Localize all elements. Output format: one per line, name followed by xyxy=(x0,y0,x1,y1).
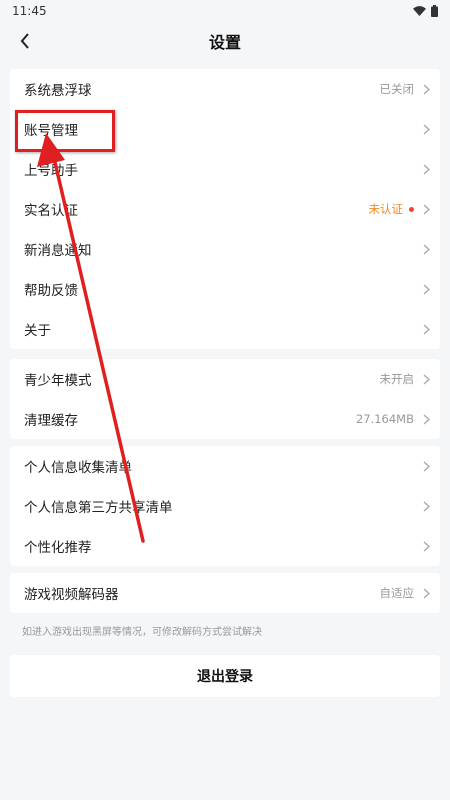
chevron-right-icon xyxy=(420,283,432,295)
row-about[interactable]: 关于 xyxy=(10,309,440,349)
decoder-hint: 如进入游戏出现黑屏等情况，可修改解码方式尝试解决 xyxy=(22,627,262,638)
page-title: 设置 xyxy=(208,33,241,52)
row-value: 未开启 xyxy=(379,372,415,386)
row-personal-info-collection[interactable]: 个人信息收集清单 xyxy=(10,446,440,486)
row-label: 清理缓存 xyxy=(24,413,78,429)
row-third-party-sharing[interactable]: 个人信息第三方共享清单 xyxy=(10,486,440,526)
settings-group-privacy: 个人信息收集清单 个人信息第三方共享清单 个性化推荐 xyxy=(10,446,440,566)
chevron-right-icon xyxy=(420,500,432,512)
chevron-left-icon xyxy=(20,33,29,49)
row-clear-cache[interactable]: 清理缓存 27.164MB xyxy=(10,399,440,439)
battery-icon xyxy=(431,5,438,17)
row-value: 自适应 xyxy=(379,586,415,600)
row-teen-mode[interactable]: 青少年模式 未开启 xyxy=(10,359,440,399)
row-floating-ball[interactable]: 系统悬浮球 已关闭 xyxy=(10,69,440,109)
verification-status: 未认证 xyxy=(368,202,404,216)
chevron-right-icon xyxy=(420,243,432,255)
row-label: 个人信息收集清单 xyxy=(24,460,132,476)
settings-group-decoder: 游戏视频解码器 自适应 xyxy=(10,573,440,613)
row-message-notifications[interactable]: 新消息通知 xyxy=(10,229,440,269)
status-icons xyxy=(413,5,438,17)
logout-button[interactable]: 退出登录 xyxy=(10,655,440,697)
row-value: 已关闭 xyxy=(379,82,415,96)
back-button[interactable] xyxy=(10,26,40,56)
status-bar: 11:45 xyxy=(0,0,450,22)
chevron-right-icon xyxy=(420,83,432,95)
annotation-highlight-box xyxy=(15,110,115,152)
row-label: 系统悬浮球 xyxy=(24,83,92,99)
chevron-right-icon xyxy=(420,540,432,552)
chevron-right-icon xyxy=(420,413,432,425)
row-label: 游戏视频解码器 xyxy=(24,587,119,603)
row-personalized-recommendation[interactable]: 个性化推荐 xyxy=(10,526,440,566)
chevron-right-icon xyxy=(420,373,432,385)
wifi-icon xyxy=(413,6,426,16)
chevron-right-icon xyxy=(420,203,432,215)
chevron-right-icon xyxy=(420,163,432,175)
chevron-right-icon xyxy=(420,323,432,335)
header: 设置 xyxy=(0,22,450,60)
row-login-assistant[interactable]: 上号助手 xyxy=(10,149,440,189)
chevron-right-icon xyxy=(420,460,432,472)
row-help-feedback[interactable]: 帮助反馈 xyxy=(10,269,440,309)
cache-size: 27.164MB xyxy=(355,412,414,426)
row-label: 实名认证 xyxy=(24,203,78,219)
row-label: 个性化推荐 xyxy=(24,540,92,556)
row-label: 帮助反馈 xyxy=(24,283,78,299)
row-label: 上号助手 xyxy=(24,163,78,179)
row-label: 个人信息第三方共享清单 xyxy=(24,500,173,516)
red-dot-badge xyxy=(409,206,414,212)
chevron-right-icon xyxy=(420,123,432,135)
chevron-right-icon xyxy=(420,587,432,599)
row-label: 关于 xyxy=(24,323,51,339)
settings-group-mode-cache: 青少年模式 未开启 清理缓存 27.164MB xyxy=(10,359,440,439)
row-video-decoder[interactable]: 游戏视频解码器 自适应 xyxy=(10,573,440,613)
row-label: 新消息通知 xyxy=(24,243,92,259)
status-time: 11:45 xyxy=(12,4,47,18)
row-real-name-verification[interactable]: 实名认证 未认证 xyxy=(10,189,440,229)
row-label: 青少年模式 xyxy=(24,373,92,389)
